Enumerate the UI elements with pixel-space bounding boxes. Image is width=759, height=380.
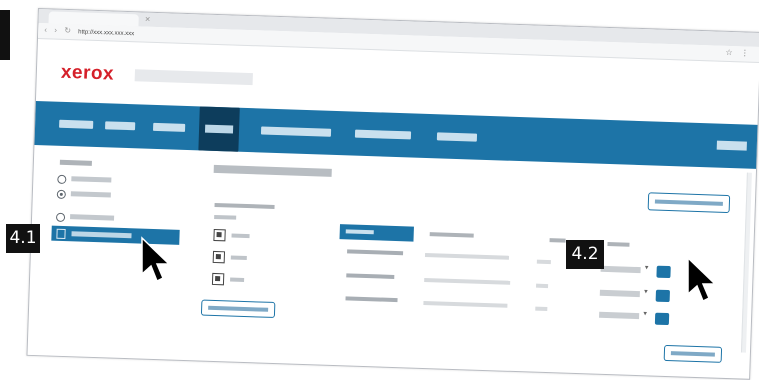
table-row-value [424,252,510,260]
radio-icon[interactable] [57,174,67,185]
column-header [549,238,566,243]
nav-tab[interactable] [260,126,332,137]
sidebar-item-label [71,231,132,239]
table-row-value [536,283,549,289]
table-tab-active[interactable] [339,224,414,242]
table-row-value [423,300,508,308]
step-marker-edge [0,10,10,60]
column-header [607,242,630,247]
table-row-name [345,296,398,303]
row-action-button[interactable] [656,265,671,279]
save-button[interactable] [663,344,723,363]
table-row-name [346,273,395,279]
nav-tab-logout[interactable] [716,140,747,151]
sidebar-option[interactable] [70,191,111,198]
row-dropdown[interactable] [599,311,640,320]
close-icon[interactable]: ✕ [145,16,151,24]
nav-tab[interactable] [436,132,478,142]
nav-tab[interactable] [105,121,136,131]
add-button[interactable] [647,192,731,214]
chevron-down-icon[interactable]: ▼ [644,265,650,271]
section-heading [214,202,275,209]
page-title [213,164,332,177]
table-row-value [536,259,551,265]
xerox-logo: xerox [60,61,115,85]
chevron-down-icon[interactable]: ▼ [643,289,649,295]
column-label [214,214,237,220]
file-label [230,255,247,261]
sidebar-option[interactable] [70,214,115,221]
file-icon [212,250,226,264]
device-name [134,69,253,86]
file-label [231,233,250,239]
row-dropdown[interactable] [599,289,640,298]
toolbar-icons[interactable]: ☆ ⋮ [725,48,752,58]
row-action-button[interactable] [654,312,670,326]
radio-icon[interactable] [55,212,66,223]
chevron-down-icon[interactable]: ▼ [642,311,648,317]
nav-tab[interactable] [152,122,186,132]
row-action-button[interactable] [655,289,670,303]
cursor-arrow-icon [141,236,171,283]
row-dropdown[interactable] [600,265,641,274]
main-navigation [34,100,758,169]
callout-step-4-1: 4.1 [6,224,40,253]
file-icon [213,228,226,242]
table-row-value [535,306,548,312]
checkbox-icon [56,228,66,240]
forward-icon[interactable]: › [54,26,57,35]
file-icon [211,272,225,286]
browser-window: ✕ ‹ › ↻ http://xxx.xxx.xxx.xxx ☆ ⋮ xerox [26,8,759,380]
column-header [429,232,474,238]
file-label [230,277,245,282]
reload-icon[interactable]: ↻ [64,26,71,35]
radio-icon[interactable] [56,189,66,200]
table-row-name [347,249,404,256]
nav-tab[interactable] [59,119,94,129]
upload-button[interactable] [200,299,276,319]
table-row-value [424,277,511,285]
back-icon[interactable]: ‹ [44,25,47,34]
scrollbar[interactable] [740,172,752,353]
nav-tab-active[interactable] [198,106,240,152]
sidebar-title [59,159,92,166]
cursor-arrow-icon [687,256,717,303]
nav-tab[interactable] [354,129,412,140]
sidebar-option[interactable] [71,176,112,183]
callout-step-4-2: 4.2 [566,240,604,269]
